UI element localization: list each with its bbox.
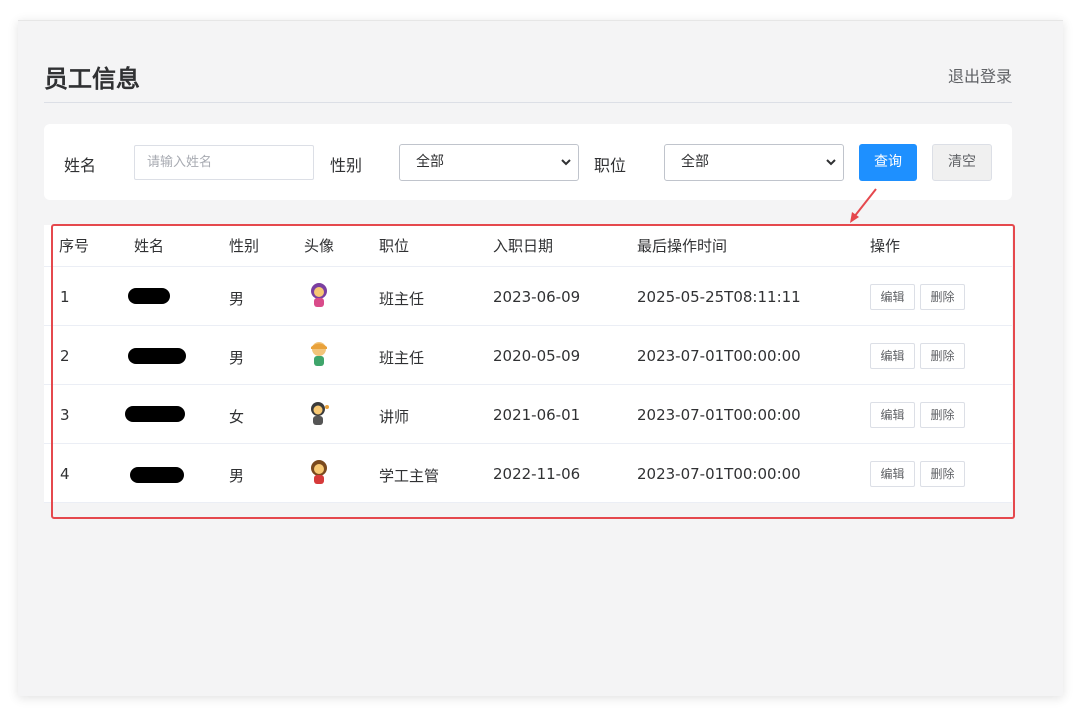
column-header: 职位 xyxy=(379,237,410,255)
row-hire-date: 2020-05-09 xyxy=(493,347,581,365)
row-index: 4 xyxy=(60,465,70,483)
table-row: 1 男 班主任 2023-06-09 2025-05-25T08:11:11 编… xyxy=(44,267,1012,326)
redacted-name xyxy=(130,467,184,483)
row-hire-date: 2023-06-09 xyxy=(493,288,581,306)
row-position: 学工主管 xyxy=(379,467,440,485)
logout-link[interactable]: 退出登录 xyxy=(948,63,1012,87)
row-gender: 女 xyxy=(229,408,245,426)
column-header: 最后操作时间 xyxy=(637,237,728,255)
delete-button[interactable]: 删除 xyxy=(920,284,965,310)
page-header: 员工信息 退出登录 xyxy=(44,57,1012,103)
row-position: 讲师 xyxy=(379,408,410,426)
delete-button[interactable]: 删除 xyxy=(920,343,965,369)
avatar xyxy=(311,460,327,484)
row-last-op-time: 2025-05-25T08:11:11 xyxy=(637,288,801,306)
column-header: 性别 xyxy=(229,237,260,255)
row-index: 1 xyxy=(60,288,70,306)
table-row: 3 女 讲师 2021-06-01 2023-07-01T00:00:00 编辑… xyxy=(44,385,1012,444)
column-header: 姓名 xyxy=(134,237,165,255)
clear-button[interactable]: 清空 xyxy=(932,144,992,181)
row-gender: 男 xyxy=(229,349,245,367)
avatar xyxy=(311,402,329,425)
position-label: 职位 xyxy=(594,156,627,175)
row-gender: 男 xyxy=(229,290,245,308)
row-last-op-time: 2023-07-01T00:00:00 xyxy=(637,465,801,483)
page-container: 员工信息 退出登录 姓名 性别 全部 职位 全部 查询 清空 序号 姓名 性别 … xyxy=(18,20,1063,696)
redacted-name xyxy=(128,288,170,304)
row-index: 2 xyxy=(60,347,70,365)
delete-button[interactable]: 删除 xyxy=(920,402,965,428)
chevron-down-icon xyxy=(560,145,572,194)
edit-button[interactable]: 编辑 xyxy=(870,461,915,487)
name-search-input[interactable] xyxy=(134,145,314,180)
redacted-name xyxy=(125,406,185,422)
column-header: 头像 xyxy=(304,237,335,255)
delete-button[interactable]: 删除 xyxy=(920,461,965,487)
employee-table: 序号 姓名 性别 头像 职位 入职日期 最后操作时间 操作 1 男 班主任 20… xyxy=(44,225,1012,503)
row-hire-date: 2021-06-01 xyxy=(493,406,581,424)
edit-button[interactable]: 编辑 xyxy=(870,284,915,310)
redacted-name xyxy=(128,348,186,364)
chevron-down-icon xyxy=(825,145,837,194)
position-select-value: 全部 xyxy=(681,154,709,170)
row-hire-date: 2022-11-06 xyxy=(493,465,581,483)
gender-select-value: 全部 xyxy=(416,154,444,170)
column-header: 操作 xyxy=(870,237,901,255)
table-row: 2 男 班主任 2020-05-09 2023-07-01T00:00:00 编… xyxy=(44,326,1012,385)
search-bar: 姓名 性别 全部 职位 全部 查询 清空 xyxy=(44,124,1012,200)
gender-label: 性别 xyxy=(330,156,363,175)
edit-button[interactable]: 编辑 xyxy=(870,402,915,428)
table-header-row: 序号 姓名 性别 头像 职位 入职日期 最后操作时间 操作 xyxy=(44,225,1012,267)
table-row: 4 男 学工主管 2022-11-06 2023-07-01T00:00:00 … xyxy=(44,444,1012,503)
row-index: 3 xyxy=(60,406,70,424)
row-last-op-time: 2023-07-01T00:00:00 xyxy=(637,406,801,424)
edit-button[interactable]: 编辑 xyxy=(870,343,915,369)
column-header: 序号 xyxy=(59,237,90,255)
avatar xyxy=(311,283,327,307)
column-header: 入职日期 xyxy=(493,237,554,255)
name-label: 姓名 xyxy=(64,156,97,175)
row-position: 班主任 xyxy=(379,290,425,308)
page-title: 员工信息 xyxy=(44,65,140,93)
position-select[interactable]: 全部 xyxy=(664,144,844,181)
query-button[interactable]: 查询 xyxy=(859,144,917,181)
row-last-op-time: 2023-07-01T00:00:00 xyxy=(637,347,801,365)
avatar xyxy=(311,342,327,366)
row-position: 班主任 xyxy=(379,349,425,367)
gender-select[interactable]: 全部 xyxy=(399,144,579,181)
row-gender: 男 xyxy=(229,467,245,485)
